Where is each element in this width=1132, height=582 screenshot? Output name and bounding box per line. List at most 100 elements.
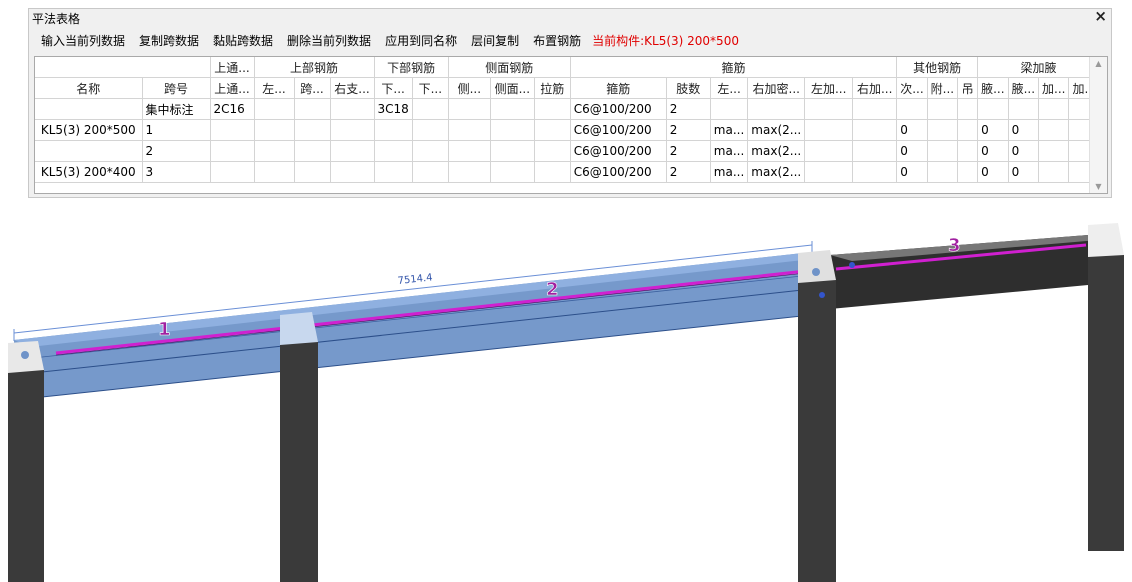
table-cell[interactable]	[490, 140, 535, 162]
table-cell[interactable]: C6@100/200	[570, 140, 667, 162]
table-cell[interactable]: 0	[1008, 119, 1040, 141]
input-column-data-button[interactable]: 输入当前列数据	[34, 32, 132, 49]
table-cell[interactable]	[294, 119, 331, 141]
table-cell[interactable]	[210, 140, 255, 162]
column-header[interactable]: 左...	[254, 77, 295, 99]
column-header[interactable]: 腋...	[1008, 77, 1040, 99]
table-cell[interactable]	[294, 161, 331, 183]
table-cell[interactable]	[330, 161, 375, 183]
column-header[interactable]: 跨...	[294, 77, 331, 99]
table-cell[interactable]	[254, 140, 295, 162]
table-cell[interactable]	[927, 98, 959, 120]
table-cell[interactable]	[448, 140, 491, 162]
table-cell[interactable]: 2	[666, 161, 711, 183]
table-cell[interactable]	[927, 161, 959, 183]
apply-same-name-button[interactable]: 应用到同名称	[378, 32, 464, 49]
column-header[interactable]: 名称	[35, 77, 143, 99]
table-cell[interactable]	[852, 119, 898, 141]
table-cell[interactable]	[534, 140, 571, 162]
table-cell[interactable]: 集中标注	[142, 98, 211, 120]
table-row[interactable]: KL5(3) 200*500 1 C6@100/200 2 ma... max(2... 0…	[35, 119, 1100, 141]
table-cell[interactable]	[330, 119, 375, 141]
column-2[interactable]	[280, 312, 318, 582]
copy-between-floors-button[interactable]: 层间复制	[464, 32, 526, 49]
table-cell[interactable]	[852, 98, 898, 120]
delete-column-data-button[interactable]: 删除当前列数据	[280, 32, 378, 49]
table-cell[interactable]: 0	[977, 119, 1009, 141]
table-cell[interactable]	[490, 98, 535, 120]
table-cell[interactable]	[35, 140, 143, 162]
table-cell[interactable]	[1038, 98, 1070, 120]
column-1[interactable]	[8, 341, 44, 582]
table-cell[interactable]	[710, 98, 749, 120]
column-header[interactable]: 吊	[957, 77, 979, 99]
table-cell[interactable]: 2	[142, 140, 211, 162]
table-cell[interactable]	[1038, 161, 1070, 183]
table-cell[interactable]	[294, 140, 331, 162]
table-cell[interactable]	[412, 161, 449, 183]
column-header[interactable]: 腋...	[977, 77, 1009, 99]
table-cell[interactable]	[534, 161, 571, 183]
column-header[interactable]: 拉筋	[534, 77, 571, 99]
table-cell[interactable]: max(2...	[747, 140, 806, 162]
column-header[interactable]: 侧...	[448, 77, 491, 99]
column-header[interactable]: 次...	[896, 77, 928, 99]
column-header[interactable]: 上通...	[210, 77, 255, 99]
table-cell[interactable]	[412, 119, 449, 141]
3d-beam-view[interactable]: 7514.4 1 2 3	[0, 195, 1132, 582]
table-cell[interactable]: 0	[1008, 161, 1040, 183]
table-cell[interactable]	[747, 98, 806, 120]
table-cell[interactable]: KL5(3) 200*500	[35, 119, 143, 141]
column-header[interactable]: 下...	[412, 77, 449, 99]
table-cell[interactable]: ma...	[710, 119, 749, 141]
table-cell[interactable]: max(2...	[747, 119, 806, 141]
column-header[interactable]: 下...	[374, 77, 413, 99]
table-cell[interactable]	[957, 140, 979, 162]
table-cell[interactable]	[412, 98, 449, 120]
column-header[interactable]: 右加...	[852, 77, 898, 99]
table-cell[interactable]	[804, 119, 854, 141]
table-cell[interactable]	[852, 140, 898, 162]
table-cell[interactable]	[330, 140, 375, 162]
table-cell[interactable]: 2	[666, 119, 711, 141]
table-cell[interactable]: 0	[896, 140, 928, 162]
table-cell[interactable]	[35, 98, 143, 120]
table-cell[interactable]: 2C16	[210, 98, 255, 120]
table-cell[interactable]: 0	[977, 161, 1009, 183]
table-cell[interactable]	[330, 98, 375, 120]
table-cell[interactable]: C6@100/200	[570, 119, 667, 141]
table-cell[interactable]	[977, 98, 1009, 120]
table-cell[interactable]	[534, 98, 571, 120]
column-header[interactable]: 肢数	[666, 77, 711, 99]
column-header[interactable]: 右加密...	[747, 77, 806, 99]
table-cell[interactable]: 0	[896, 119, 928, 141]
table-cell[interactable]	[448, 98, 491, 120]
table-cell[interactable]	[957, 98, 979, 120]
table-cell[interactable]: 2	[666, 140, 711, 162]
table-cell[interactable]	[927, 119, 959, 141]
table-cell[interactable]: 3	[142, 161, 211, 183]
column-header[interactable]: 右支...	[330, 77, 375, 99]
column-header[interactable]: 附...	[927, 77, 959, 99]
table-cell[interactable]	[448, 119, 491, 141]
paste-span-data-button[interactable]: 黏贴跨数据	[206, 32, 280, 49]
table-cell[interactable]	[804, 98, 854, 120]
table-cell[interactable]	[1038, 119, 1070, 141]
table-row[interactable]: 2 C6@100/200 2 ma... max(2... 0 0 0	[35, 140, 1100, 162]
vertical-scrollbar[interactable]: ▲ ▼	[1089, 57, 1107, 193]
table-cell[interactable]	[254, 161, 295, 183]
table-cell[interactable]: 1	[142, 119, 211, 141]
column-4[interactable]	[1088, 223, 1124, 551]
place-rebar-button[interactable]: 布置钢筋	[526, 32, 588, 49]
table-cell[interactable]	[254, 119, 295, 141]
table-cell[interactable]: C6@100/200	[570, 98, 667, 120]
table-cell[interactable]: 0	[1008, 140, 1040, 162]
table-cell[interactable]	[254, 98, 295, 120]
table-cell[interactable]: ma...	[710, 161, 749, 183]
table-row[interactable]: KL5(3) 200*400 3 C6@100/200 2 ma... max(2... 0…	[35, 161, 1100, 183]
column-header[interactable]: 左...	[710, 77, 749, 99]
table-cell[interactable]	[374, 119, 413, 141]
column-header[interactable]: 跨号	[142, 77, 211, 99]
table-cell[interactable]	[957, 161, 979, 183]
table-cell[interactable]: 3C18	[374, 98, 413, 120]
